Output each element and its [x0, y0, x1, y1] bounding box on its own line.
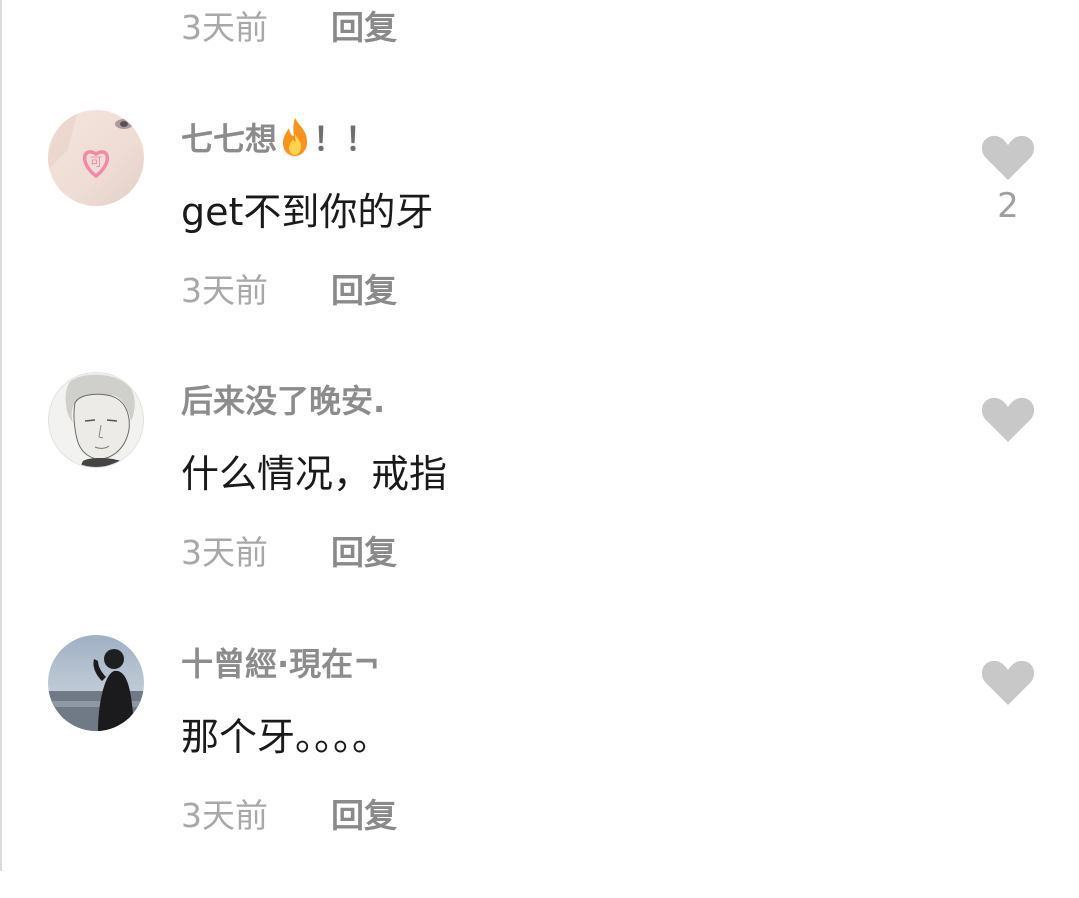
comment-meta: 3天前 回复: [181, 791, 397, 835]
sketch-portrait-avatar-icon: [49, 373, 143, 467]
avatar[interactable]: [48, 635, 144, 731]
comment-time: 3天前: [181, 796, 268, 835]
heart-icon: [981, 135, 1035, 180]
username[interactable]: 七七想 ！！: [181, 115, 377, 159]
comment-item: 后来没了晚安. 什么情况，戒指 3天前 回复: [0, 372, 1079, 635]
username[interactable]: 后来没了晚安.: [181, 377, 385, 421]
comment-text: 那个牙。。。。: [181, 714, 391, 759]
comment-text: get不到你的牙: [181, 189, 434, 234]
like-button[interactable]: [978, 657, 1038, 711]
heart-sticker-avatar-icon: 可: [48, 110, 144, 206]
comment-text: 什么情况，戒指: [181, 451, 448, 496]
avatar[interactable]: [48, 372, 144, 468]
like-count: 2: [997, 186, 1019, 226]
username[interactable]: 十曾經·現在 ¬: [181, 640, 380, 684]
heart-icon: [981, 397, 1035, 442]
username-suffix: ¬: [353, 643, 380, 681]
comment-meta: 3天前 回复: [181, 528, 397, 572]
username-text: 十曾經·現在: [181, 645, 354, 683]
username-text: 七七想: [181, 120, 278, 158]
reply-button[interactable]: 回复: [331, 526, 397, 574]
svg-text:可: 可: [90, 155, 102, 169]
comment-time: 3天前: [181, 533, 268, 572]
comment-time: 3天前: [181, 271, 268, 310]
username-text: 后来没了晚安.: [181, 382, 386, 420]
reply-button[interactable]: 回复: [331, 264, 397, 312]
heart-icon: [981, 660, 1035, 705]
avatar[interactable]: 可: [48, 110, 144, 206]
comment-time: 3天前: [181, 8, 268, 47]
comment-meta: 3天前 回复: [181, 266, 397, 310]
fire-icon: [277, 116, 313, 158]
reply-button[interactable]: 回复: [331, 1, 397, 49]
comment-item: 可 七七想 ！！ get不到你的牙 3天前 回复 2: [0, 110, 1079, 373]
reply-button[interactable]: 回复: [331, 789, 397, 837]
seaside-silhouette-avatar-icon: [48, 635, 144, 731]
comment-meta-previous: 3天前 回复: [181, 3, 397, 47]
like-button[interactable]: 2: [978, 132, 1038, 226]
comment-item: 十曾經·現在 ¬ 那个牙。。。。 3天前 回复: [0, 635, 1079, 898]
like-button[interactable]: [978, 394, 1038, 448]
username-suffix: ！！: [313, 120, 378, 158]
